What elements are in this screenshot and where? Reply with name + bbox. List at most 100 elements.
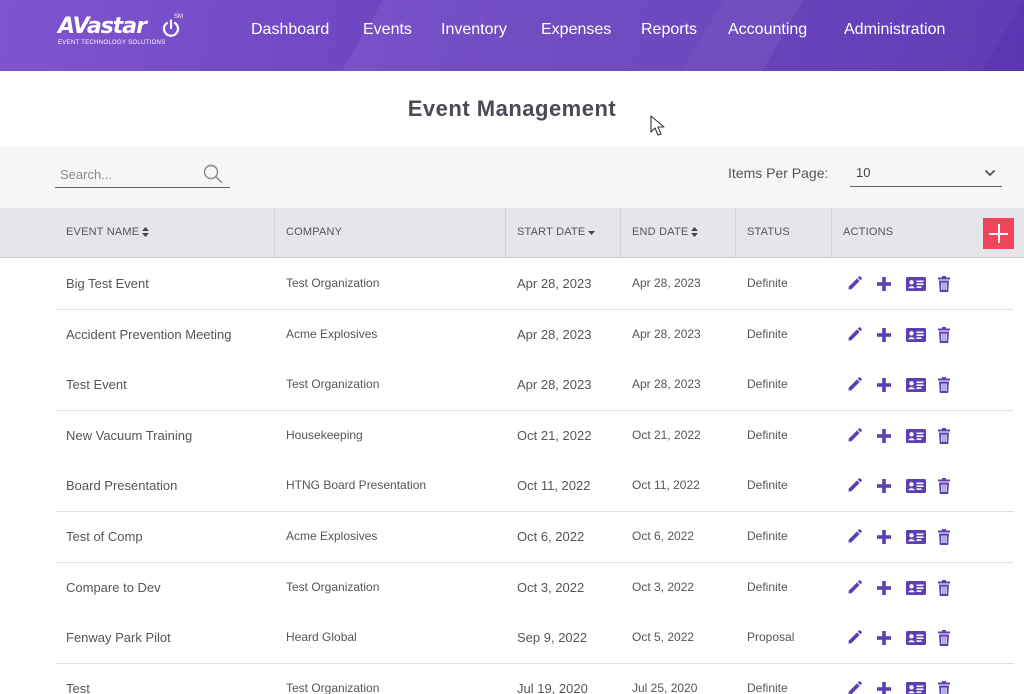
details-button[interactable] bbox=[905, 275, 927, 293]
details-button[interactable] bbox=[905, 326, 927, 344]
company-name: Test Organization bbox=[286, 579, 380, 594]
event-name[interactable]: Big Test Event bbox=[66, 276, 149, 291]
search-box bbox=[55, 161, 230, 188]
event-name[interactable]: Fenway Park Pilot bbox=[66, 630, 171, 645]
company-name: Heard Global bbox=[286, 630, 357, 645]
nav-accounting[interactable]: Accounting bbox=[728, 21, 807, 39]
add-button[interactable] bbox=[875, 275, 893, 293]
details-button[interactable] bbox=[905, 427, 927, 445]
details-button[interactable] bbox=[905, 528, 927, 546]
trash-icon bbox=[938, 680, 950, 694]
status: Proposal bbox=[747, 630, 795, 645]
event-name[interactable]: Accident Prevention Meeting bbox=[66, 327, 231, 342]
nav-expenses[interactable]: Expenses bbox=[541, 21, 611, 39]
table-row[interactable]: Test Test Organization Jul 19, 2020 Jul … bbox=[55, 663, 1014, 694]
items-per-page-select[interactable]: 10 bbox=[850, 159, 1002, 187]
column-event-name[interactable]: EVENT NAME bbox=[55, 208, 275, 258]
plus-icon bbox=[877, 530, 891, 544]
power-icon bbox=[162, 19, 180, 37]
event-name[interactable]: Test Event bbox=[66, 377, 127, 392]
search-icon[interactable] bbox=[203, 164, 223, 184]
column-end-date[interactable]: END DATE bbox=[621, 208, 736, 258]
column-status: STATUS bbox=[736, 208, 832, 258]
add-button[interactable] bbox=[875, 326, 893, 344]
status: Definite bbox=[747, 377, 788, 392]
edit-button[interactable] bbox=[845, 427, 863, 445]
pencil-icon bbox=[847, 377, 862, 392]
edit-button[interactable] bbox=[845, 275, 863, 293]
delete-button[interactable] bbox=[935, 326, 953, 344]
delete-button[interactable] bbox=[935, 629, 953, 647]
plus-icon bbox=[877, 277, 891, 291]
add-button[interactable] bbox=[875, 477, 893, 495]
trash-icon bbox=[938, 276, 950, 292]
details-button[interactable] bbox=[905, 629, 927, 647]
company-name: Acme Explosives bbox=[286, 326, 378, 341]
chevron-down-icon bbox=[985, 170, 995, 176]
event-name[interactable]: Test of Comp bbox=[66, 529, 143, 544]
table-row[interactable]: Big Test Event Test Organization Apr 28,… bbox=[55, 259, 1014, 310]
nav-dashboard[interactable]: Dashboard bbox=[251, 21, 329, 39]
delete-button[interactable] bbox=[935, 275, 953, 293]
table-row[interactable]: Compare to Dev Test Organization Oct 3, … bbox=[55, 562, 1014, 614]
add-button[interactable] bbox=[875, 680, 893, 694]
add-button[interactable] bbox=[875, 427, 893, 445]
id-card-icon bbox=[906, 378, 926, 393]
details-button[interactable] bbox=[905, 579, 927, 597]
id-card-icon bbox=[906, 277, 926, 291]
table-row[interactable]: Test of Comp Acme Explosives Oct 6, 2022… bbox=[55, 512, 1014, 563]
table-row[interactable]: Accident Prevention Meeting Acme Explosi… bbox=[55, 309, 1014, 361]
table-row[interactable]: Test Event Test Organization Apr 28, 202… bbox=[55, 360, 1014, 412]
table-row[interactable]: New Vacuum Training Housekeeping Oct 21,… bbox=[55, 410, 1014, 462]
delete-button[interactable] bbox=[935, 680, 953, 694]
logo-text: AVastar bbox=[58, 14, 147, 39]
details-button[interactable] bbox=[905, 680, 927, 694]
company-name: Acme Explosives bbox=[286, 529, 378, 543]
status: Definite bbox=[747, 680, 788, 694]
brand-logo[interactable]: AVastar SM EVENT TECHNOLOGY SOLUTIONS bbox=[58, 14, 198, 54]
details-button[interactable] bbox=[905, 376, 927, 394]
details-button[interactable] bbox=[905, 477, 927, 495]
add-event-button[interactable] bbox=[983, 218, 1014, 249]
search-input[interactable] bbox=[55, 161, 200, 187]
page-title: Event Management bbox=[407, 96, 617, 121]
edit-button[interactable] bbox=[845, 376, 863, 394]
column-start-date[interactable]: START DATE bbox=[506, 208, 621, 258]
edit-button[interactable] bbox=[845, 680, 863, 694]
add-button[interactable] bbox=[875, 528, 893, 546]
top-navbar: AVastar SM EVENT TECHNOLOGY SOLUTIONS Da… bbox=[0, 0, 1024, 71]
nav-reports[interactable]: Reports bbox=[641, 21, 697, 39]
end-date: Apr 28, 2023 bbox=[632, 377, 701, 392]
event-name[interactable]: Test bbox=[66, 681, 90, 694]
edit-button[interactable] bbox=[845, 326, 863, 344]
items-per-page-label: Items Per Page: bbox=[728, 165, 829, 181]
table-row[interactable]: Fenway Park Pilot Heard Global Sep 9, 20… bbox=[55, 613, 1014, 665]
column-label: STATUS bbox=[747, 226, 790, 238]
delete-button[interactable] bbox=[935, 427, 953, 445]
plus-icon bbox=[877, 428, 891, 443]
table-row[interactable]: Board Presentation HTNG Board Presentati… bbox=[55, 461, 1014, 513]
add-button[interactable] bbox=[875, 376, 893, 394]
pencil-icon bbox=[847, 529, 862, 544]
edit-button[interactable] bbox=[845, 579, 863, 597]
end-date: Oct 5, 2022 bbox=[632, 630, 695, 645]
event-name[interactable]: Compare to Dev bbox=[66, 580, 161, 595]
mouse-cursor-icon bbox=[650, 115, 665, 136]
delete-button[interactable] bbox=[935, 477, 953, 495]
edit-button[interactable] bbox=[845, 528, 863, 546]
add-button[interactable] bbox=[875, 629, 893, 647]
edit-button[interactable] bbox=[845, 629, 863, 647]
event-name[interactable]: Board Presentation bbox=[66, 478, 177, 493]
nav-administration[interactable]: Administration bbox=[844, 21, 945, 39]
event-name[interactable]: New Vacuum Training bbox=[66, 428, 192, 443]
delete-button[interactable] bbox=[935, 579, 953, 597]
delete-button[interactable] bbox=[935, 376, 953, 394]
logo-tagline: EVENT TECHNOLOGY SOLUTIONS bbox=[58, 40, 166, 46]
edit-button[interactable] bbox=[845, 477, 863, 495]
delete-button[interactable] bbox=[935, 528, 953, 546]
id-card-icon bbox=[906, 327, 926, 342]
nav-inventory[interactable]: Inventory bbox=[441, 21, 507, 39]
nav-events[interactable]: Events bbox=[363, 21, 412, 39]
id-card-icon bbox=[906, 681, 926, 694]
add-button[interactable] bbox=[875, 579, 893, 597]
